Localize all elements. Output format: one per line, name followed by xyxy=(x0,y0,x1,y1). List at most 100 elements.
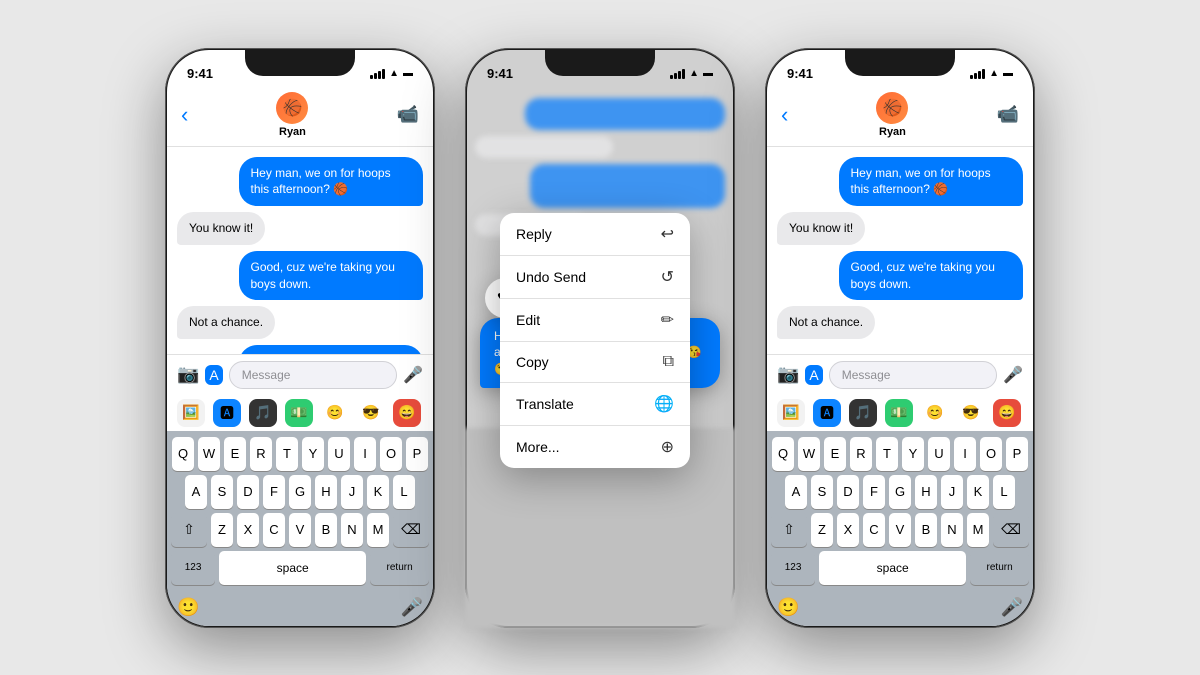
memoji-2[interactable]: 😎 xyxy=(357,399,385,427)
key-b[interactable]: B xyxy=(315,513,337,547)
nav-center-1[interactable]: 🏀 Ryan xyxy=(276,92,308,138)
key-h[interactable]: H xyxy=(315,475,337,509)
key-y[interactable]: Y xyxy=(302,437,324,471)
key-g[interactable]: G xyxy=(289,475,311,509)
key-s[interactable]: S xyxy=(211,475,233,509)
menu-item-reply[interactable]: Reply ↩ xyxy=(500,213,690,256)
key3-i[interactable]: I xyxy=(954,437,976,471)
key-d[interactable]: D xyxy=(237,475,259,509)
key3-f[interactable]: F xyxy=(863,475,885,509)
key-w[interactable]: W xyxy=(198,437,220,471)
key3-j[interactable]: J xyxy=(941,475,963,509)
mic-bottom-3[interactable]: 🎤 xyxy=(1001,597,1023,618)
key3-shift[interactable]: ⇧ xyxy=(771,513,807,547)
memoji-3c[interactable]: 😄 xyxy=(993,399,1021,427)
back-button-3[interactable]: ‹ xyxy=(781,102,788,128)
key3-h[interactable]: H xyxy=(915,475,937,509)
memoji-3[interactable]: 😄 xyxy=(393,399,421,427)
camera-icon-3[interactable]: 📷 xyxy=(777,364,799,385)
key3-l[interactable]: L xyxy=(993,475,1015,509)
key-c[interactable]: C xyxy=(263,513,285,547)
mic-icon-1[interactable]: 🎤 xyxy=(403,365,423,385)
cash-app-1[interactable]: 💵 xyxy=(285,399,313,427)
key3-x[interactable]: X xyxy=(837,513,859,547)
photos-app-1[interactable]: 🖼️ xyxy=(177,399,205,427)
key3-c[interactable]: C xyxy=(863,513,885,547)
camera-icon-1[interactable]: 📷 xyxy=(177,364,199,385)
key-r[interactable]: R xyxy=(250,437,272,471)
menu-item-edit[interactable]: Edit ✏ xyxy=(500,299,690,342)
back-button-1[interactable]: ‹ xyxy=(181,102,188,128)
key3-p[interactable]: P xyxy=(1006,437,1028,471)
menu-item-translate[interactable]: Translate 🌐 xyxy=(500,383,690,426)
video-button-1[interactable]: 📹 xyxy=(397,104,419,125)
key-v[interactable]: V xyxy=(289,513,311,547)
appstore-icon-3[interactable]: A xyxy=(805,365,822,385)
key3-delete[interactable]: ⌫ xyxy=(993,513,1029,547)
key3-a[interactable]: A xyxy=(785,475,807,509)
key-space[interactable]: space xyxy=(219,551,366,585)
key3-k[interactable]: K xyxy=(967,475,989,509)
appstore-app-3[interactable]: 🅰 xyxy=(813,399,841,427)
message-input-3[interactable]: Message xyxy=(829,361,997,389)
mic-icon-3[interactable]: 🎤 xyxy=(1003,365,1023,385)
key-k[interactable]: K xyxy=(367,475,389,509)
appstore-icon-1[interactable]: A xyxy=(205,365,222,385)
key-e[interactable]: E xyxy=(224,437,246,471)
key3-e[interactable]: E xyxy=(824,437,846,471)
key-123[interactable]: 123 xyxy=(171,551,215,585)
key3-d[interactable]: D xyxy=(837,475,859,509)
key3-123[interactable]: 123 xyxy=(771,551,815,585)
video-button-3[interactable]: 📹 xyxy=(997,104,1019,125)
key-q[interactable]: Q xyxy=(172,437,194,471)
cash-app-3[interactable]: 💵 xyxy=(885,399,913,427)
key-i[interactable]: I xyxy=(354,437,376,471)
emoji-icon-1[interactable]: 🙂 xyxy=(177,597,199,618)
key3-w[interactable]: W xyxy=(798,437,820,471)
key3-z[interactable]: Z xyxy=(811,513,833,547)
menu-item-copy[interactable]: Copy ⧉ xyxy=(500,342,690,383)
key3-g[interactable]: G xyxy=(889,475,911,509)
key-x[interactable]: X xyxy=(237,513,259,547)
key3-r[interactable]: R xyxy=(850,437,872,471)
key3-o[interactable]: O xyxy=(980,437,1002,471)
message-input-1[interactable]: Message xyxy=(229,361,397,389)
key3-b[interactable]: B xyxy=(915,513,937,547)
key3-n[interactable]: N xyxy=(941,513,963,547)
key-return[interactable]: return xyxy=(370,551,429,585)
music-app-1[interactable]: 🎵 xyxy=(249,399,277,427)
key-t[interactable]: T xyxy=(276,437,298,471)
appstore-app-1[interactable]: 🅰 xyxy=(213,399,241,427)
mic-bottom-1[interactable]: 🎤 xyxy=(401,597,423,618)
key-u[interactable]: U xyxy=(328,437,350,471)
memoji-3a[interactable]: 😊 xyxy=(921,399,949,427)
key-delete[interactable]: ⌫ xyxy=(393,513,429,547)
key-z[interactable]: Z xyxy=(211,513,233,547)
memoji-3b[interactable]: 😎 xyxy=(957,399,985,427)
key3-u[interactable]: U xyxy=(928,437,950,471)
menu-item-undo[interactable]: Undo Send ↺ xyxy=(500,256,690,299)
key3-y[interactable]: Y xyxy=(902,437,924,471)
emoji-icon-3[interactable]: 🙂 xyxy=(777,597,799,618)
key3-t[interactable]: T xyxy=(876,437,898,471)
key-j[interactable]: J xyxy=(341,475,363,509)
key3-space[interactable]: space xyxy=(819,551,966,585)
menu-item-more[interactable]: More... ⊕ xyxy=(500,426,690,468)
music-app-3[interactable]: 🎵 xyxy=(849,399,877,427)
key3-s[interactable]: S xyxy=(811,475,833,509)
key3-m[interactable]: M xyxy=(967,513,989,547)
key-l[interactable]: L xyxy=(393,475,415,509)
memoji-1[interactable]: 😊 xyxy=(321,399,349,427)
key-p[interactable]: P xyxy=(406,437,428,471)
key-m[interactable]: M xyxy=(367,513,389,547)
key3-return[interactable]: return xyxy=(970,551,1029,585)
key-shift[interactable]: ⇧ xyxy=(171,513,207,547)
key3-q[interactable]: Q xyxy=(772,437,794,471)
key-f[interactable]: F xyxy=(263,475,285,509)
key-n[interactable]: N xyxy=(341,513,363,547)
key3-v[interactable]: V xyxy=(889,513,911,547)
nav-center-3[interactable]: 🏀 Ryan xyxy=(876,92,908,138)
photos-app-3[interactable]: 🖼️ xyxy=(777,399,805,427)
key-o[interactable]: O xyxy=(380,437,402,471)
key-a[interactable]: A xyxy=(185,475,207,509)
